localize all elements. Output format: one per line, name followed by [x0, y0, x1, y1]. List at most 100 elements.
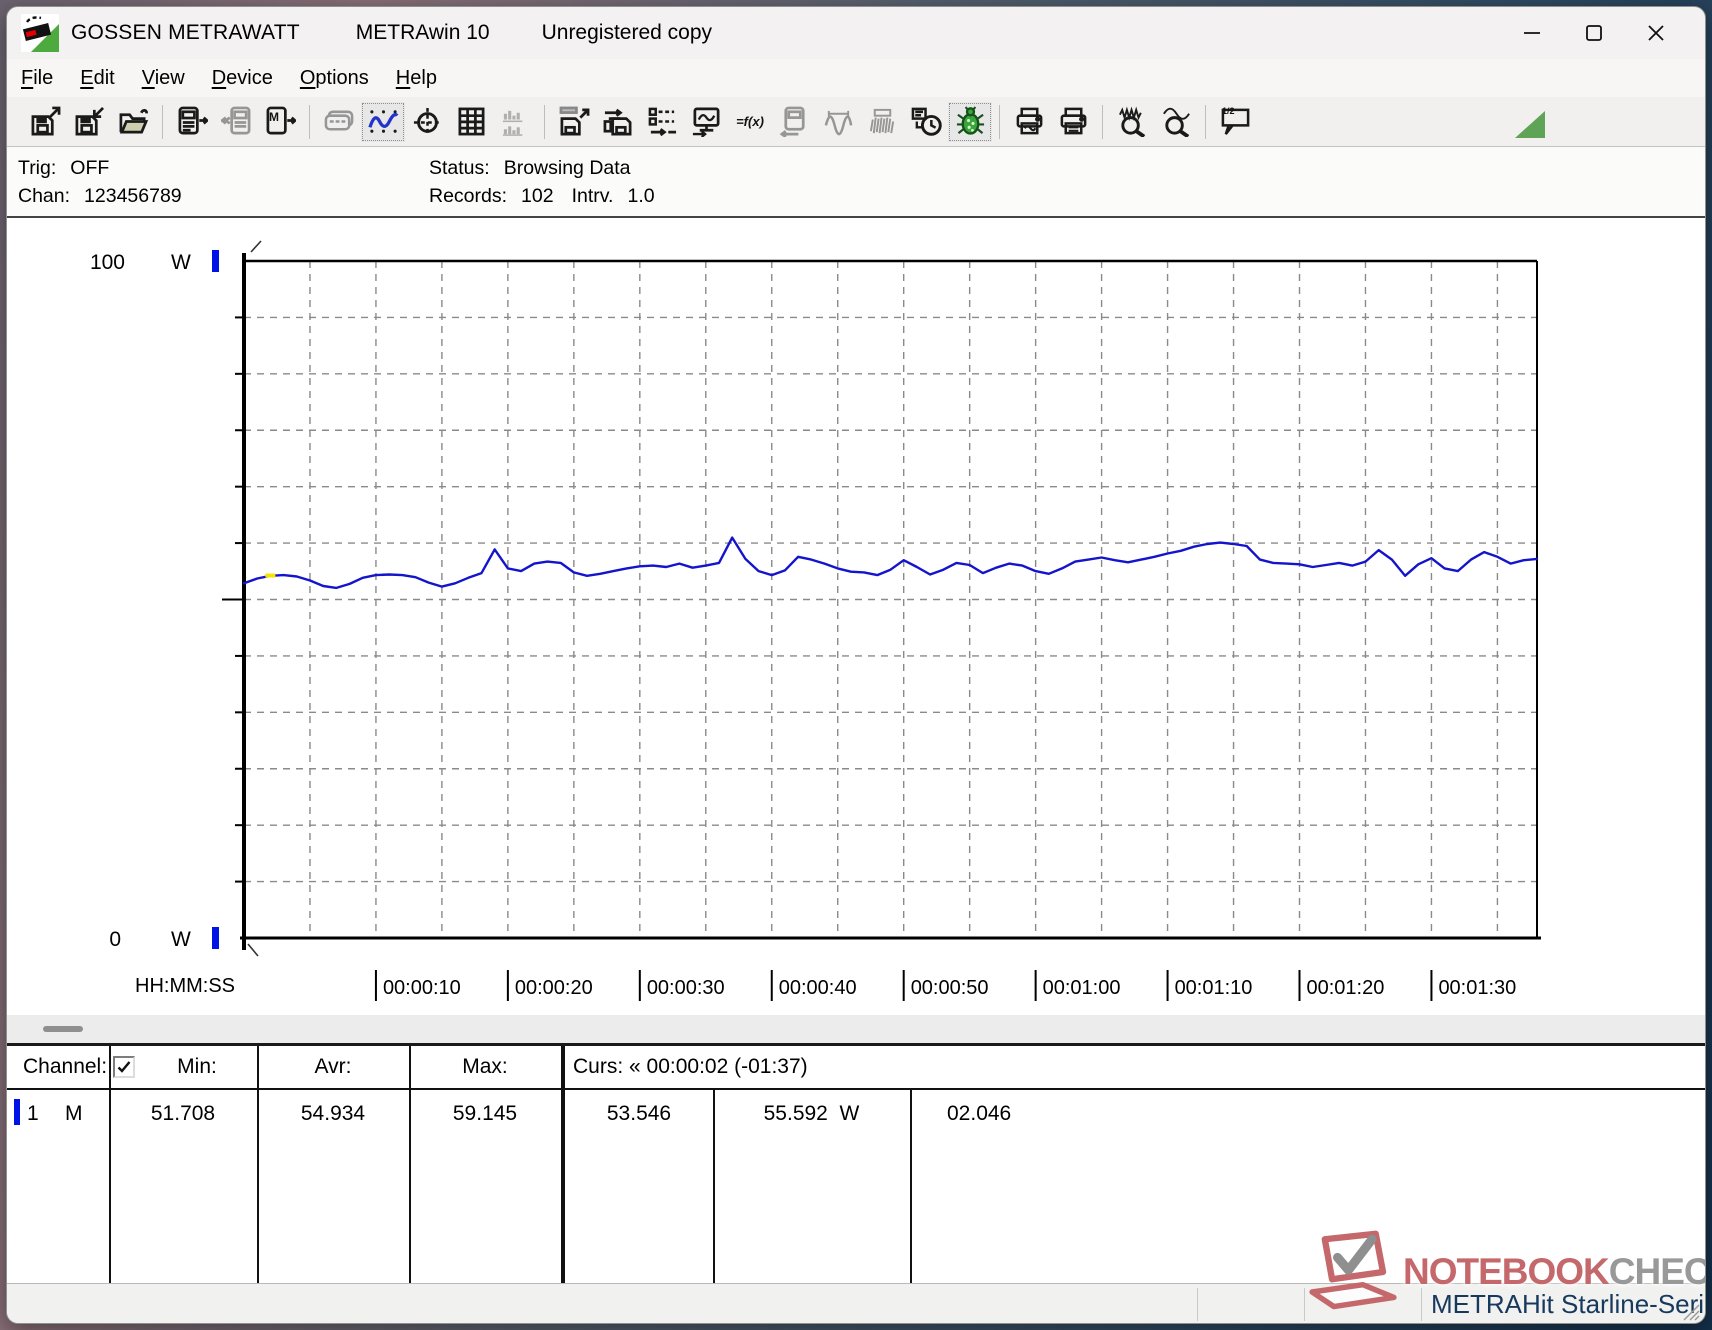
menu-options[interactable]: Options: [300, 67, 369, 90]
y-axis-top-label: 100: [90, 251, 125, 274]
chart-horizontal-scrollbar[interactable]: [7, 1015, 1705, 1043]
avr-header: Avr:: [314, 1055, 352, 1078]
table-view-button[interactable]: [449, 102, 493, 142]
print-list-button[interactable]: [1051, 102, 1095, 142]
data-transfer-button[interactable]: [596, 102, 640, 142]
chart-panel[interactable]: 100 W 0 W HH:MM:SS 00:00:10 00:00:20 00:00…: [7, 216, 1705, 1043]
x-tick-label: 00:01:00: [1043, 977, 1121, 999]
records-label: Records:: [429, 185, 508, 207]
export-data-icon: [559, 106, 589, 136]
channel-id: 1: [27, 1102, 39, 1125]
trig-label: Trig:: [18, 157, 57, 179]
power-trend-chart[interactable]: 100 W 0 W HH:MM:SS 00:00:10 00:00:20 00:00…: [7, 218, 1705, 1014]
connected-device-name: METRAHit Starline-Seri: [1431, 1289, 1705, 1319]
channel-marker-top: [212, 250, 219, 272]
print-chart-button[interactable]: [1007, 102, 1051, 142]
meter-write-icon: [220, 106, 250, 135]
zoom-out-wave-icon: [1118, 106, 1145, 137]
display-values-button[interactable]: [317, 102, 361, 142]
time-sync-button[interactable]: [904, 102, 948, 142]
title-license: Unregistered copy: [541, 21, 713, 44]
table-grid-icon: [458, 107, 484, 136]
envelope-wave-icon: [869, 108, 894, 134]
crosshair-icon: [413, 107, 441, 136]
menu-help[interactable]: Help: [396, 67, 437, 90]
min-header: Min:: [177, 1055, 217, 1078]
meter-321-icon: [178, 106, 208, 135]
channel-visible-checkbox[interactable]: [113, 1056, 135, 1078]
chart-view-button[interactable]: [361, 101, 405, 142]
annotation-button[interactable]: 1/2: [1213, 102, 1257, 142]
device-offline-button[interactable]: [772, 102, 816, 142]
cursor-marker: [265, 573, 276, 578]
zoom-in-button[interactable]: [1154, 102, 1198, 142]
channel-mode: M: [65, 1102, 83, 1125]
cursor-value-c: 02.046: [947, 1102, 1012, 1125]
transfer-floppy-icon: [603, 108, 631, 136]
resize-grip-icon[interactable]: [1682, 1303, 1700, 1321]
channel-header: Channel:: [23, 1055, 108, 1078]
lcd-display-icon: [324, 110, 353, 131]
check-icon: [117, 1061, 131, 1073]
save-export-button[interactable]: [23, 102, 67, 142]
status-bar: METRAHit Starline-Seri: [7, 1283, 1705, 1323]
toolbar-separator: [1205, 104, 1206, 139]
close-button[interactable]: [1625, 11, 1687, 55]
maximize-button[interactable]: [1563, 11, 1625, 55]
cursor-value-b: 55.592 W: [763, 1102, 860, 1125]
save-import-button[interactable]: [67, 102, 111, 142]
debug-bug-button[interactable]: [948, 101, 992, 142]
header-underline: [7, 1088, 1705, 1090]
interval-label: Intrv.: [571, 185, 614, 207]
device-read-button[interactable]: [170, 102, 214, 142]
menu-view[interactable]: View: [142, 67, 185, 90]
menu-bar: File Edit View Device Options Help: [7, 59, 1705, 97]
toolbar: M =f(x) 1/2: [7, 97, 1705, 147]
scrollbar-thumb[interactable]: [43, 1026, 83, 1032]
title-product: METRAwin 10: [355, 21, 490, 44]
minimize-button[interactable]: [1501, 11, 1563, 55]
toolbar-separator: [162, 104, 163, 139]
xy-view-button[interactable]: [405, 102, 449, 142]
monitor-wave-icon: [692, 107, 719, 137]
trigger-channel-info: Trig: OFF Chan: 123456789: [18, 154, 182, 210]
open-file-button[interactable]: [111, 102, 155, 142]
formula-button[interactable]: =f(x): [728, 102, 772, 142]
sine-markers-icon: [824, 110, 852, 136]
waveform-chart-icon: [367, 110, 398, 133]
x-tick-label: 00:01:10: [1175, 977, 1253, 999]
histogram-view-button[interactable]: [493, 102, 537, 142]
wave-envelope-button[interactable]: [860, 102, 904, 142]
x-tick-label: 00:00:40: [779, 977, 857, 999]
channel-row-marker: [14, 1099, 20, 1125]
wave-markers-button[interactable]: [816, 102, 860, 142]
tooltip-bubble-icon: [1221, 108, 1249, 135]
statusbar-divider: [1197, 1288, 1198, 1321]
menu-edit[interactable]: Edit: [80, 67, 114, 90]
open-folder-icon: [119, 109, 148, 134]
x-tick-label: 00:00:30: [647, 977, 725, 999]
data-export-button[interactable]: [552, 102, 596, 142]
power-data-line: [242, 536, 1539, 590]
window-controls: [1501, 7, 1687, 59]
menu-device[interactable]: Device: [212, 67, 273, 90]
monitor-view-button[interactable]: [684, 102, 728, 142]
menu-file[interactable]: File: [21, 67, 53, 90]
channel-list-button[interactable]: [640, 102, 684, 142]
corner-tick-bottom: [247, 943, 259, 957]
records-value: 102: [521, 185, 554, 207]
cursor-value-b-unit: W: [839, 1102, 860, 1125]
toolbar-separator: [1102, 104, 1103, 139]
avr-value: 54.934: [300, 1102, 366, 1125]
device-write-button[interactable]: [214, 102, 258, 142]
max-value: 59.145: [452, 1102, 518, 1125]
stats-panel: Channel: Min: Avr: Max: Curs: « 00:00:02…: [7, 1043, 1705, 1283]
app-window: GOSSEN METRAWATT METRAwin 10 Unregistere…: [6, 6, 1706, 1324]
x-tick-label: 00:00:50: [911, 977, 989, 999]
min-value: 51.708: [150, 1102, 216, 1125]
column-divider: [109, 1046, 111, 1283]
zoom-out-button[interactable]: [1110, 102, 1154, 142]
title-bar: GOSSEN METRAWATT METRAwin 10 Unregistere…: [7, 7, 1705, 59]
memory-read-button[interactable]: M: [258, 102, 302, 142]
cursor-value-a: 53.546: [606, 1102, 672, 1125]
